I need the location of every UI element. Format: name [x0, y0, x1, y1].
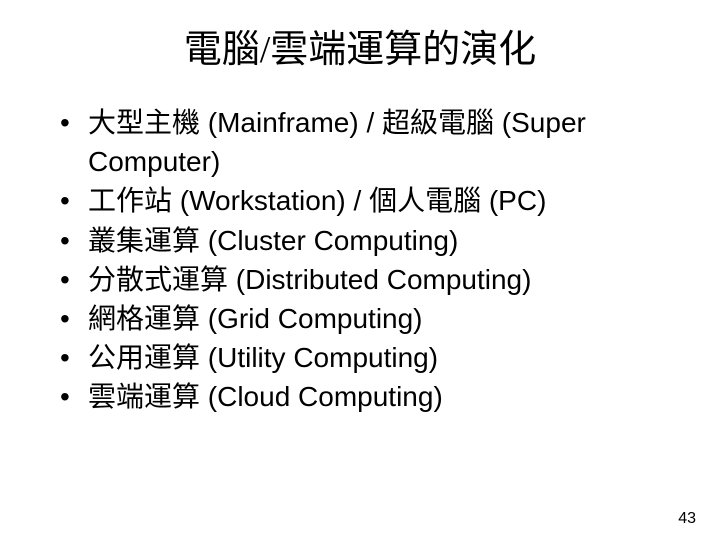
- slide-title: 電腦/雲端運算的演化: [40, 18, 680, 73]
- list-item: 大型主機 (Mainframe) / 超級電腦 (Super Computer): [60, 103, 680, 181]
- bullet-list: 大型主機 (Mainframe) / 超級電腦 (Super Computer)…: [40, 103, 680, 417]
- slide-container: 電腦/雲端運算的演化 大型主機 (Mainframe) / 超級電腦 (Supe…: [0, 0, 720, 540]
- list-item: 工作站 (Workstation) / 個人電腦 (PC): [60, 181, 680, 220]
- page-number: 43: [678, 510, 696, 528]
- list-item: 叢集運算 (Cluster Computing): [60, 221, 680, 260]
- list-item: 網格運算 (Grid Computing): [60, 299, 680, 338]
- list-item: 雲端運算 (Cloud Computing): [60, 377, 680, 416]
- list-item: 公用運算 (Utility Computing): [60, 338, 680, 377]
- list-item: 分散式運算 (Distributed Computing): [60, 260, 680, 299]
